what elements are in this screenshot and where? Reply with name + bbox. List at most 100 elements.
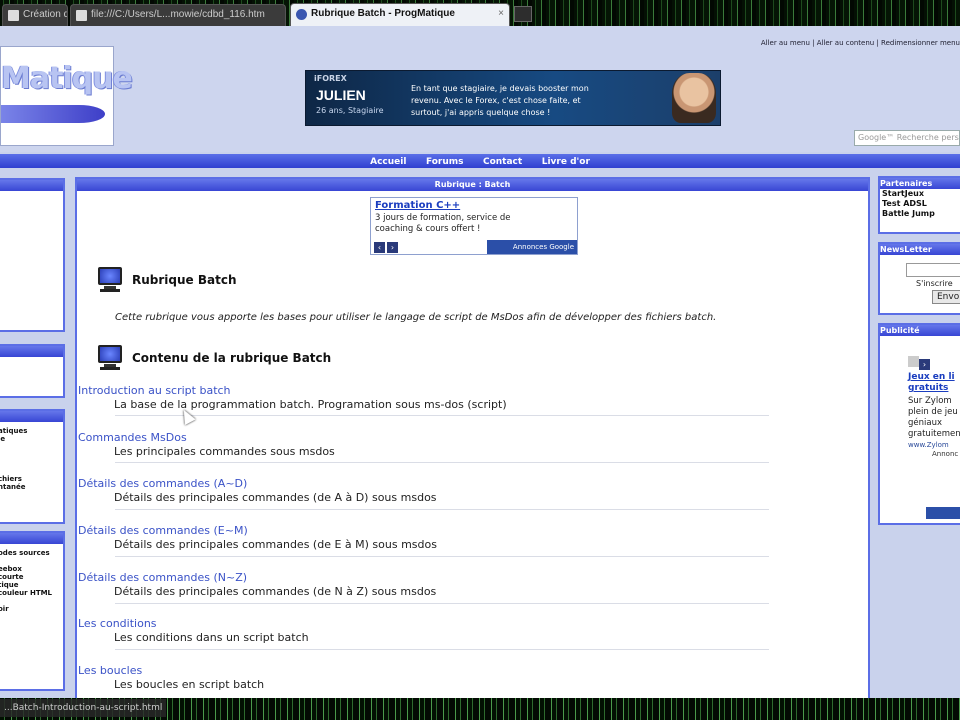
ad-nav: ‹ › [374, 240, 400, 253]
left-menu-item[interactable]: atiques [0, 427, 63, 435]
left-menu-item[interactable]: couleur HTML [0, 589, 63, 597]
entry-link-details-n-z[interactable]: Détails des commandes (N~Z) [78, 571, 247, 584]
entry-description: Détails des principales commandes (de E … [114, 538, 437, 551]
left-menu-box-2 [0, 344, 65, 398]
entry-description: Les conditions dans un script batch [114, 631, 309, 644]
site-header: Matique Aller au menu | Aller au contenu… [0, 26, 960, 152]
entry-link-details-e-m[interactable]: Détails des commandes (E~M) [78, 524, 248, 537]
newsletter-send-button[interactable]: Envo [932, 290, 960, 304]
page-favicon-icon [8, 10, 19, 21]
browser-tabstrip: Création de rép... file:///C:/Users/L...… [0, 0, 960, 26]
box-caption [0, 533, 63, 544]
new-tab-button[interactable] [514, 6, 532, 22]
pub-next-icon[interactable]: › [919, 359, 930, 370]
entry-link-intro[interactable]: Introduction au script batch [78, 384, 231, 397]
entry-link-details-a-d[interactable]: Détails des commandes (A~D) [78, 477, 247, 490]
newsletter-box: NewsLetter S'inscrire Envo [878, 242, 960, 315]
page-favicon-icon [296, 9, 307, 20]
pub-footer: Annonc [932, 450, 959, 458]
browser-tab-active[interactable]: Rubrique Batch - ProgMatique × [290, 3, 510, 26]
divider [115, 556, 769, 557]
main-caption: Rubrique : Batch [77, 179, 868, 191]
partner-link[interactable]: Battle Jump [880, 209, 960, 219]
nav-livre-dor[interactable]: Livre d'or [542, 157, 590, 167]
nav-contact[interactable]: Contact [483, 157, 522, 167]
box-caption [0, 180, 63, 191]
logo-text: Matique [1, 61, 133, 96]
monitor-icon [96, 345, 124, 371]
ad-description: 3 jours de formation, service de coachin… [375, 213, 511, 234]
entry-link-commandes[interactable]: Commandes MsDos [78, 431, 187, 444]
ad-footer[interactable]: Annonces Google [487, 240, 577, 254]
main-content: Rubrique : Batch Formation C++ 3 jours d… [75, 177, 870, 698]
entry-description: La base de la programmation batch. Progr… [114, 398, 507, 411]
left-menu-list: atiques le chiers ntanée [0, 422, 63, 491]
ad-prev-icon[interactable]: ‹ [374, 242, 385, 253]
browser-statusbar: ...Batch-Introduction-au-script.html [0, 698, 960, 720]
banner-photo [672, 73, 716, 123]
divider [115, 603, 769, 604]
left-menu-item[interactable]: chiers [0, 475, 63, 483]
left-menu-item[interactable]: odes sources [0, 549, 63, 557]
left-menu-item[interactable]: le [0, 435, 63, 443]
close-tab-icon[interactable]: × [498, 4, 504, 24]
logo-swoosh [1, 105, 105, 123]
pub-google-badge[interactable] [926, 507, 960, 519]
pub-nav: › [908, 356, 936, 370]
pub-text: Sur Zylom plein de jeu géniaux gratuitem… [908, 396, 960, 439]
left-menu-item[interactable]: courte [0, 573, 63, 581]
left-menu-item[interactable]: oir [0, 605, 63, 613]
left-menu-item[interactable]: ntanée [0, 483, 63, 491]
left-menu-item[interactable]: eebox [0, 565, 63, 573]
newsletter-subscribe-label: S'inscrire [916, 279, 953, 288]
divider [115, 462, 769, 463]
banner-message: En tant que stagiaire, je devais booster… [411, 84, 589, 117]
main-nav: Accueil Forums Contact Livre d'or [0, 154, 960, 168]
partners-box: Partenaires StartJeux Test ADSL Battle J… [878, 176, 960, 234]
box-caption [0, 411, 63, 422]
banner-brand: iFOREX [314, 74, 347, 83]
left-menu-box-1 [0, 178, 65, 332]
ad-next-icon[interactable]: › [387, 242, 398, 253]
site-logo[interactable]: Matique [0, 46, 133, 146]
newsletter-email-input[interactable] [906, 263, 960, 277]
accessibility-links[interactable]: Aller au menu | Aller au contenu | Redim… [761, 39, 960, 47]
pub-link[interactable]: Jeux en li gratuits [908, 372, 960, 394]
tab-title: file:///C:/Users/L...mowie/cdbd_116.htm [91, 9, 265, 20]
web-page: Matique Aller au menu | Aller au contenu… [0, 26, 960, 698]
partner-link[interactable]: StartJeux [880, 189, 960, 199]
divider [115, 415, 769, 416]
google-ad[interactable]: Formation C++ 3 jours de formation, serv… [370, 197, 578, 255]
section-title: Rubrique Batch [132, 273, 237, 287]
partner-link[interactable]: Test ADSL [880, 199, 960, 209]
left-menu-list: odes sources eebox courte tique couleur … [0, 544, 63, 613]
search-input[interactable]: Google™ Recherche pers [854, 130, 960, 146]
monitor-icon [96, 267, 124, 293]
divider [115, 509, 769, 510]
entry-description: Détails des principales commandes (de N … [114, 585, 437, 598]
browser-tab-2[interactable]: file:///C:/Users/L...mowie/cdbd_116.htm [70, 4, 286, 26]
tab-title: Rubrique Batch - ProgMatique [311, 8, 455, 19]
divider [115, 649, 769, 650]
nav-accueil[interactable]: Accueil [370, 157, 406, 167]
box-caption: Partenaires [880, 178, 960, 189]
nav-forums[interactable]: Forums [426, 157, 464, 167]
browser-tab-1[interactable]: Création de rép... [2, 4, 68, 26]
pub-box: Publicité › Jeux en li gratuits Sur Zylo… [878, 323, 960, 525]
forex-ad-banner[interactable]: iFOREX JULIEN 26 ans, Stagiaire En tant … [305, 70, 721, 126]
entry-description: Les boucles en script batch [114, 678, 265, 691]
box-caption: NewsLetter [880, 244, 960, 255]
entry-description: Détails des principales commandes (de A … [114, 491, 437, 504]
pub-prev-icon[interactable] [908, 356, 919, 367]
entry-link-boucles[interactable]: Les boucles [78, 664, 142, 677]
ad-title[interactable]: Formation C++ [375, 200, 460, 211]
section-intro: Cette rubrique vous apporte les bases po… [115, 312, 717, 323]
left-menu-item[interactable]: tique [0, 581, 63, 589]
tab-title: Création de rép... [23, 9, 67, 20]
left-menu-box-4: odes sources eebox courte tique couleur … [0, 531, 65, 691]
pub-url[interactable]: www.Zylom [908, 441, 960, 449]
entry-link-conditions[interactable]: Les conditions [78, 617, 157, 630]
left-menu-box-3: atiques le chiers ntanée [0, 409, 65, 524]
box-caption: Publicité [880, 325, 960, 336]
entry-description: Les principales commandes sous msdos [114, 445, 335, 458]
